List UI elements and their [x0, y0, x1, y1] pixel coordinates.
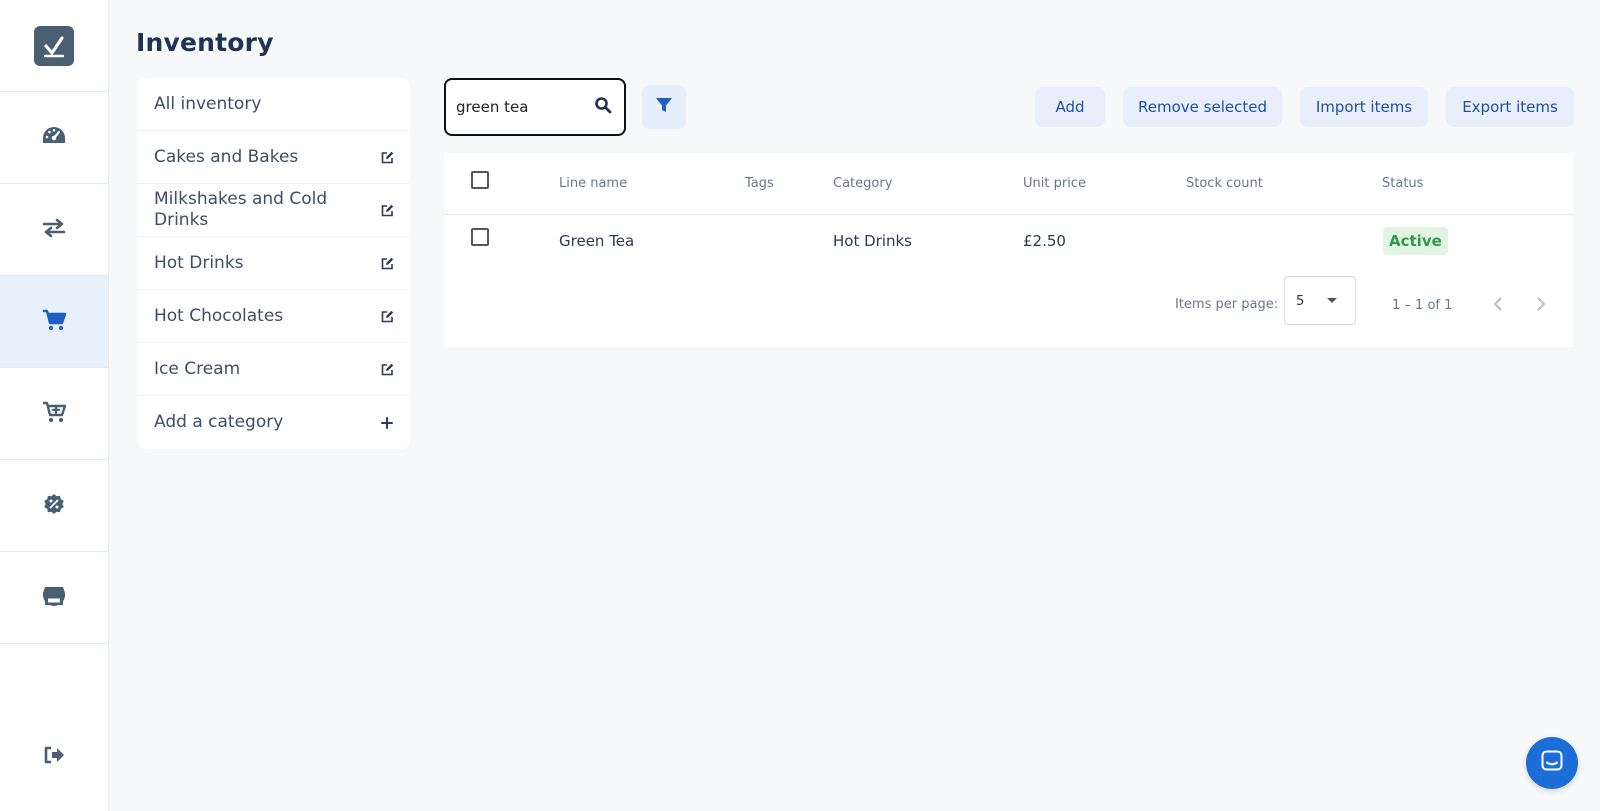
category-item[interactable]: Milkshakes and Cold Drinks	[137, 184, 410, 237]
discount-badge-icon	[43, 493, 65, 519]
category-label: Milkshakes and Cold Drinks	[154, 189, 328, 230]
chat-launcher-button[interactable]	[1526, 737, 1578, 789]
table-header: Line name Tags Category Unit price Stock…	[444, 153, 1573, 215]
cell-unit-price: £2.50	[1023, 232, 1066, 250]
category-label: Ice Cream	[154, 358, 241, 379]
cart-plus-icon	[42, 401, 67, 427]
column-header-status[interactable]: Status	[1382, 176, 1423, 191]
nav-transactions[interactable]	[0, 184, 108, 276]
dashboard-gauge-icon	[41, 125, 67, 151]
category-item[interactable]: Hot Chocolates	[137, 290, 410, 343]
cell-line-name: Green Tea	[559, 232, 635, 250]
filter-button[interactable]	[642, 85, 686, 129]
nav-discounts[interactable]	[0, 460, 108, 552]
chevron-right-icon	[1537, 297, 1546, 311]
items-per-page-label: Items per page:	[1175, 297, 1279, 312]
category-label: All inventory	[154, 93, 262, 114]
status-badge: Active	[1383, 227, 1448, 255]
column-header-stock-count[interactable]: Stock count	[1186, 176, 1263, 191]
pagination-range: 1 – 1 of 1	[1392, 298, 1453, 313]
previous-page-button[interactable]	[1488, 294, 1508, 314]
add-category-label: Add a category	[154, 412, 284, 432]
chat-icon	[1540, 749, 1564, 777]
remove-selected-button[interactable]: Remove selected	[1123, 87, 1282, 127]
next-page-button[interactable]	[1531, 294, 1551, 314]
store-icon	[42, 585, 66, 611]
plus-icon	[380, 416, 394, 430]
items-per-page-value: 5	[1296, 294, 1305, 309]
category-label: Cakes and Bakes	[154, 146, 299, 167]
side-nav-rail	[0, 0, 109, 811]
category-item[interactable]: Cakes and Bakes	[137, 131, 410, 184]
category-panel: All inventory Cakes and Bakes Milkshakes…	[137, 78, 410, 449]
edit-icon[interactable]	[380, 150, 394, 164]
edit-icon[interactable]	[380, 256, 394, 270]
category-item[interactable]: Ice Cream	[137, 343, 410, 396]
nav-dashboard[interactable]	[0, 92, 108, 184]
nav-orders[interactable]	[0, 368, 108, 460]
category-all-inventory[interactable]: All inventory	[137, 78, 410, 131]
transactions-arrows-icon	[42, 218, 66, 242]
nav-inventory[interactable]	[0, 276, 108, 368]
column-header-category[interactable]: Category	[833, 176, 892, 191]
export-items-button[interactable]: Export items	[1446, 87, 1574, 127]
category-label: Hot Chocolates	[154, 305, 284, 326]
edit-icon[interactable]	[380, 309, 394, 323]
items-per-page-select[interactable]: 5	[1284, 276, 1356, 325]
nav-store[interactable]	[0, 552, 108, 644]
add-category-button[interactable]: Add a category	[137, 396, 410, 449]
chevron-left-icon	[1493, 297, 1502, 311]
column-header-line-name[interactable]: Line name	[559, 176, 627, 191]
add-button[interactable]: Add	[1035, 87, 1105, 127]
row-checkbox[interactable]	[471, 228, 489, 246]
caret-down-icon	[1327, 298, 1337, 303]
edit-icon[interactable]	[380, 362, 394, 376]
search-input[interactable]	[456, 98, 586, 116]
filter-icon	[655, 96, 673, 118]
cart-icon	[42, 309, 67, 335]
app-logo[interactable]	[0, 0, 108, 92]
page-title: Inventory	[136, 28, 274, 57]
logout-button[interactable]	[0, 733, 108, 781]
inventory-table: Line name Tags Category Unit price Stock…	[444, 153, 1573, 347]
column-header-tags[interactable]: Tags	[745, 176, 774, 191]
logo-check-icon	[34, 25, 74, 66]
import-items-button[interactable]: Import items	[1300, 87, 1428, 127]
column-header-unit-price[interactable]: Unit price	[1023, 176, 1086, 191]
select-all-checkbox[interactable]	[471, 171, 489, 189]
category-label: Hot Drinks	[154, 252, 244, 273]
edit-icon[interactable]	[380, 203, 394, 217]
logout-icon	[43, 745, 65, 769]
search-icon[interactable]	[594, 96, 612, 114]
category-item[interactable]: Hot Drinks	[137, 237, 410, 290]
search-box	[444, 78, 626, 136]
cell-category: Hot Drinks	[833, 232, 912, 250]
